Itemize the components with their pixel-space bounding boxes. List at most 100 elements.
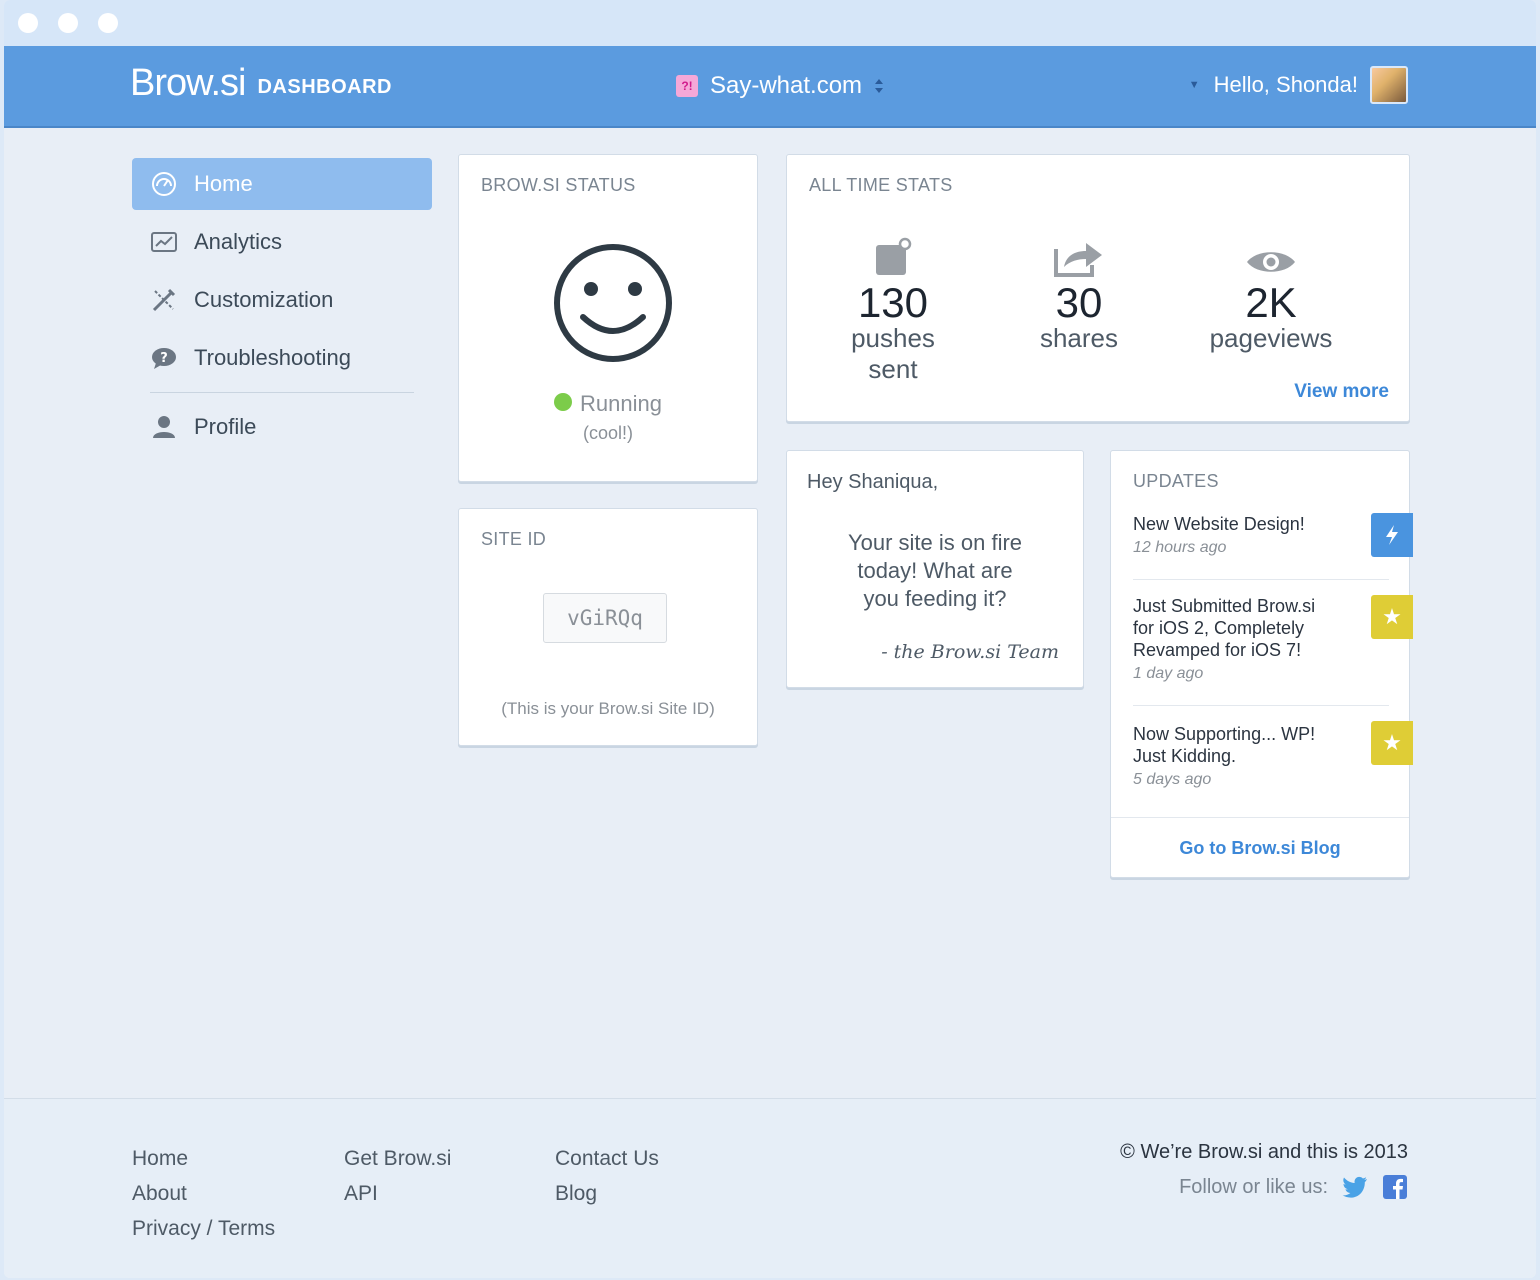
sidebar-item-label: Home [194,171,253,196]
star-icon: ★ [1371,595,1413,639]
message-line: Your site is on fire [847,530,1023,555]
update-title: Just Kidding. [1133,746,1237,766]
site-name: Say-what.com [710,72,863,99]
team-message-card: Hey Shaniqua, Your site is on fire today… [786,450,1084,688]
top-navbar: Brow.si DASHBOARD ?! Say-what.com ▼ Hello… [4,46,1536,128]
updates-title: UPDATES [1133,471,1219,491]
footer-link-contact[interactable]: Contact Us [555,1141,659,1176]
sidebar-item-home[interactable]: Home [132,158,432,210]
share-icon [1009,233,1149,277]
site-id-card: SITE ID vGiRQq (This is your Brow.si Sit… [458,508,758,746]
stat-shares: 30 shares [1009,233,1149,354]
site-id-note: (This is your Brow.si Site ID) [501,699,715,718]
footer-link-api[interactable]: API [344,1176,451,1211]
update-divider [1133,579,1389,580]
stat-label: pushes sent [851,323,935,384]
status-indicator: Running [459,391,757,417]
sidebar-divider [150,392,414,393]
star-icon: ★ [1371,721,1413,765]
stat-value: 30 [1055,279,1103,326]
sidebar-item-label: Analytics [194,229,283,254]
site-selector[interactable]: ?! Say-what.com [676,72,884,100]
user-icon [150,413,178,441]
view-more-link[interactable]: View more [1294,381,1389,403]
copyright: © We’re Brow.si and this is 2013 [1120,1141,1408,1163]
page-footer: Home About Privacy / Terms Get Brow.si A… [4,1098,1536,1278]
site-id-title: SITE ID [481,529,547,549]
site-favicon-icon: ?! [676,75,698,97]
window-minimize-button[interactable] [58,13,78,33]
stat-label: pageviews [1209,323,1333,353]
footer-link-get-browsi[interactable]: Get Brow.si [344,1141,451,1176]
sidebar-item-profile[interactable]: Profile [132,401,432,453]
brand-logo[interactable]: Brow.si [130,62,246,104]
update-divider [1133,705,1389,706]
sidebar-item-label: Customization [194,287,334,312]
svg-text:?: ? [160,351,168,366]
stat-label: shares [1039,323,1119,353]
facebook-icon[interactable] [1382,1175,1408,1199]
caret-down-icon: ▼ [1188,79,1200,91]
message-greeting: Hey Shaniqua, [807,471,939,493]
footer-column: Contact Us Blog [555,1141,659,1211]
footer-column: Get Brow.si API [344,1141,451,1211]
window-close-button[interactable] [18,13,38,33]
go-to-blog-link[interactable]: Go to Brow.si Blog [1111,817,1409,878]
update-item[interactable]: Now Supporting... WP! Just Kidding. 5 da… [1133,723,1369,789]
sidebar-item-label: Troubleshooting [194,345,351,370]
avatar[interactable] [1370,66,1408,104]
update-item[interactable]: New Website Design! 12 hours ago [1133,513,1369,557]
status-text: Running [580,391,662,416]
updates-card: UPDATES New Website Design! 12 hours ago… [1110,450,1413,878]
footer-link-about[interactable]: About [132,1176,275,1211]
stat-pageviews: 2K pageviews [1191,233,1351,354]
update-title: Revamped for iOS 7! [1133,640,1302,660]
up-down-arrows-icon [874,78,884,94]
smiley-face-icon [551,241,675,370]
message-body: Your site is on fire today! What are you… [807,529,1063,613]
user-greeting: Hello, Shonda! [1213,72,1358,97]
message-line: you feeding it? [863,586,1007,611]
eye-icon [1191,233,1351,277]
stats-card-title: ALL TIME STATS [809,175,953,195]
update-title: Now Supporting... WP! [1133,724,1316,744]
sidebar-item-analytics[interactable]: Analytics [132,216,432,268]
sidebar-item-troubleshooting[interactable]: ? Troubleshooting [132,332,432,384]
dashboard-icon [150,170,178,198]
brand[interactable]: Brow.si DASHBOARD [130,62,392,105]
message-line: today! What are [857,558,1013,583]
follow-us: Follow or like us: [1179,1175,1408,1199]
message-signature: - the Brow.si Team [881,641,1059,663]
sidebar: Home Analytics Customization ? Troublesh… [132,158,432,459]
footer-link-privacy-terms[interactable]: Privacy / Terms [132,1211,275,1246]
twitter-icon[interactable] [1342,1175,1368,1199]
push-icon [823,233,963,277]
footer-link-home[interactable]: Home [132,1141,275,1176]
status-dot-icon [554,393,573,412]
update-item[interactable]: Just Submitted Brow.si for iOS 2, Comple… [1133,595,1369,683]
browser-window: Brow.si DASHBOARD ?! Say-what.com ▼ Hello… [4,0,1536,1278]
update-time: 5 days ago [1133,771,1212,788]
follow-label: Follow or like us: [1179,1175,1328,1198]
stat-value: 130 [857,279,929,326]
status-card: BROW.SI STATUS Running (cool!) [458,154,758,482]
site-id-value[interactable]: vGiRQq [543,593,667,643]
lightning-icon [1371,513,1413,557]
window-zoom-button[interactable] [98,13,118,33]
analytics-icon [150,228,178,256]
all-time-stats-card: ALL TIME STATS 130 pushes sent 30 shares… [786,154,1410,422]
customization-icon [150,286,178,314]
update-title: for iOS 2, Completely [1133,618,1305,638]
stat-pushes: 130 pushes sent [823,233,963,385]
footer-column: Home About Privacy / Terms [132,1141,275,1246]
update-title: Just Submitted Brow.si [1133,596,1316,616]
stat-value: 2K [1245,279,1297,326]
user-menu[interactable]: ▼ Hello, Shonda! [1189,66,1408,104]
update-time: 1 day ago [1133,665,1204,682]
sidebar-item-customization[interactable]: Customization [132,274,432,326]
brand-section-label: DASHBOARD [257,76,392,98]
update-title: New Website Design! [1133,514,1305,534]
status-card-title: BROW.SI STATUS [481,175,636,195]
help-icon: ? [150,344,178,372]
footer-link-blog[interactable]: Blog [555,1176,659,1211]
